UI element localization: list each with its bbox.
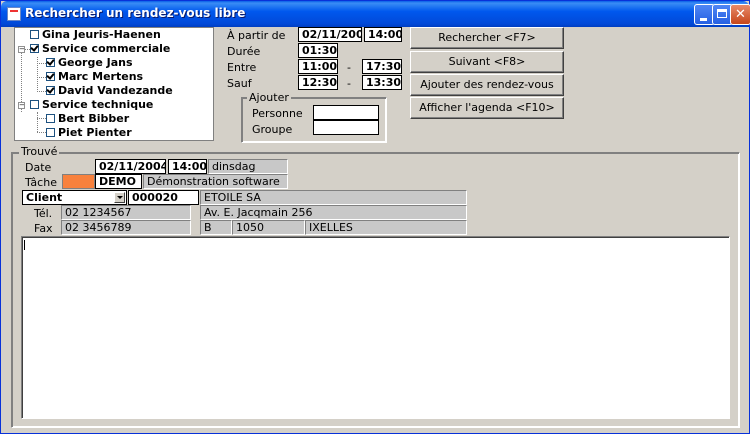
group-label: Groupe bbox=[252, 123, 293, 136]
checkbox[interactable] bbox=[46, 113, 55, 123]
tree-item-bert[interactable]: Bert Bibber bbox=[46, 112, 129, 126]
person-input[interactable] bbox=[313, 105, 379, 120]
found-groupbox-title: Trouvé bbox=[19, 145, 60, 158]
from-label: À partir de bbox=[227, 29, 286, 42]
checkbox[interactable] bbox=[30, 29, 39, 39]
checkbox[interactable] bbox=[46, 71, 55, 81]
tree-item-label: Service technique bbox=[42, 98, 154, 111]
tree-item-piet[interactable]: Piet Pienter bbox=[46, 126, 132, 140]
chevron-down-icon[interactable] bbox=[114, 192, 125, 203]
notes-textarea[interactable] bbox=[21, 236, 730, 419]
tree-item-label: George Jans bbox=[58, 56, 133, 69]
relation-name-field: ETOILE SA bbox=[200, 190, 467, 205]
tree-connector bbox=[37, 132, 46, 133]
tree-item-george[interactable]: George Jans bbox=[46, 56, 133, 70]
fax-field: 02 3456789 bbox=[61, 220, 191, 235]
relation-type-value: Client bbox=[26, 191, 63, 204]
collapse-toggle[interactable]: − bbox=[18, 46, 25, 53]
app-window: Rechercher un rendez-vous libre ✕ Gina J… bbox=[0, 0, 750, 434]
title-bar[interactable]: Rechercher un rendez-vous libre ✕ bbox=[1, 1, 750, 27]
between-separator: - bbox=[347, 61, 351, 74]
between-label: Entre bbox=[227, 61, 257, 74]
found-weekday-field: dinsdag bbox=[208, 159, 288, 174]
relation-type-dropdown[interactable]: Client bbox=[22, 190, 127, 205]
country-field: B bbox=[200, 220, 232, 235]
app-icon bbox=[7, 7, 21, 21]
person-label: Personne bbox=[252, 107, 303, 120]
window-title: Rechercher un rendez-vous libre bbox=[25, 6, 246, 20]
tree-connector bbox=[37, 77, 46, 78]
tree-item-david[interactable]: David Vandezande bbox=[46, 84, 173, 98]
tree-connector bbox=[37, 57, 38, 90]
fax-label: Fax bbox=[34, 222, 53, 235]
except-end-input[interactable]: 13:30 bbox=[362, 75, 402, 90]
show-agenda-button[interactable]: Afficher l'agenda <F10> bbox=[410, 97, 564, 119]
date-label: Date bbox=[25, 161, 52, 174]
tree-item-label: David Vandezande bbox=[58, 84, 173, 97]
add-appointments-button[interactable]: Ajouter des rendez-vous <F9> bbox=[410, 74, 564, 110]
tree-item-label: Piet Pienter bbox=[58, 126, 132, 139]
tree-connector bbox=[37, 112, 38, 132]
found-date-field[interactable]: 02/11/2004 bbox=[95, 159, 166, 174]
task-color-swatch bbox=[62, 174, 95, 189]
address-field: Av. E. Jacqmain 256 bbox=[200, 205, 467, 220]
task-code-field[interactable]: DEMO bbox=[95, 174, 142, 189]
tree-connector bbox=[37, 91, 46, 92]
except-label: Sauf bbox=[227, 77, 252, 90]
checkbox[interactable] bbox=[30, 99, 39, 109]
tree-item-marc[interactable]: Marc Mertens bbox=[46, 70, 143, 84]
tree-item-label: Gina Jeuris-Haenen bbox=[42, 28, 161, 41]
tree-item-label: Service commerciale bbox=[42, 42, 171, 55]
resource-tree[interactable]: Gina Jeuris-Haenen − Service commerciale… bbox=[14, 27, 214, 141]
city-field: IXELLES bbox=[305, 220, 467, 235]
close-button[interactable]: ✕ bbox=[730, 4, 750, 25]
from-time-input[interactable]: 14:00 bbox=[364, 27, 402, 42]
task-label: Tâche bbox=[25, 176, 57, 189]
between-end-input[interactable]: 17:30 bbox=[362, 59, 402, 74]
next-button[interactable]: Suivant <F8> bbox=[410, 51, 564, 73]
checkbox[interactable] bbox=[46, 85, 55, 95]
checkbox[interactable] bbox=[46, 127, 55, 137]
group-input[interactable] bbox=[313, 120, 379, 135]
checkbox[interactable] bbox=[30, 43, 39, 53]
checkbox[interactable] bbox=[46, 57, 55, 67]
task-description-field: Démonstration software bbox=[143, 174, 288, 189]
text-caret bbox=[24, 240, 25, 250]
tel-field: 02 1234567 bbox=[61, 205, 191, 220]
between-start-input[interactable]: 11:00 bbox=[298, 59, 338, 74]
tree-item-service-technique[interactable]: Service technique bbox=[30, 98, 153, 112]
search-button[interactable]: Rechercher <F7> bbox=[410, 27, 564, 49]
postcode-field: 1050 bbox=[232, 220, 305, 235]
tel-label: Tél. bbox=[34, 207, 53, 220]
found-time-field[interactable]: 14:00 bbox=[168, 159, 207, 174]
tree-connector bbox=[37, 118, 46, 119]
tree-item-gina[interactable]: Gina Jeuris-Haenen bbox=[30, 28, 161, 42]
from-date-input[interactable]: 02/11/2004 bbox=[298, 27, 362, 42]
relation-code-field[interactable]: 000020 bbox=[128, 190, 199, 205]
add-groupbox-title: Ajouter bbox=[247, 91, 291, 104]
except-start-input[interactable]: 12:30 bbox=[298, 75, 338, 90]
tree-item-label: Marc Mertens bbox=[58, 70, 144, 83]
tree-connector bbox=[37, 63, 46, 64]
tree-item-label: Bert Bibber bbox=[58, 112, 130, 125]
tree-item-service-commerciale[interactable]: Service commerciale bbox=[30, 42, 170, 56]
duration-input[interactable]: 01:30 bbox=[298, 43, 338, 58]
duration-label: Durée bbox=[227, 45, 261, 58]
collapse-toggle[interactable]: − bbox=[18, 102, 25, 109]
except-separator: - bbox=[347, 77, 351, 90]
